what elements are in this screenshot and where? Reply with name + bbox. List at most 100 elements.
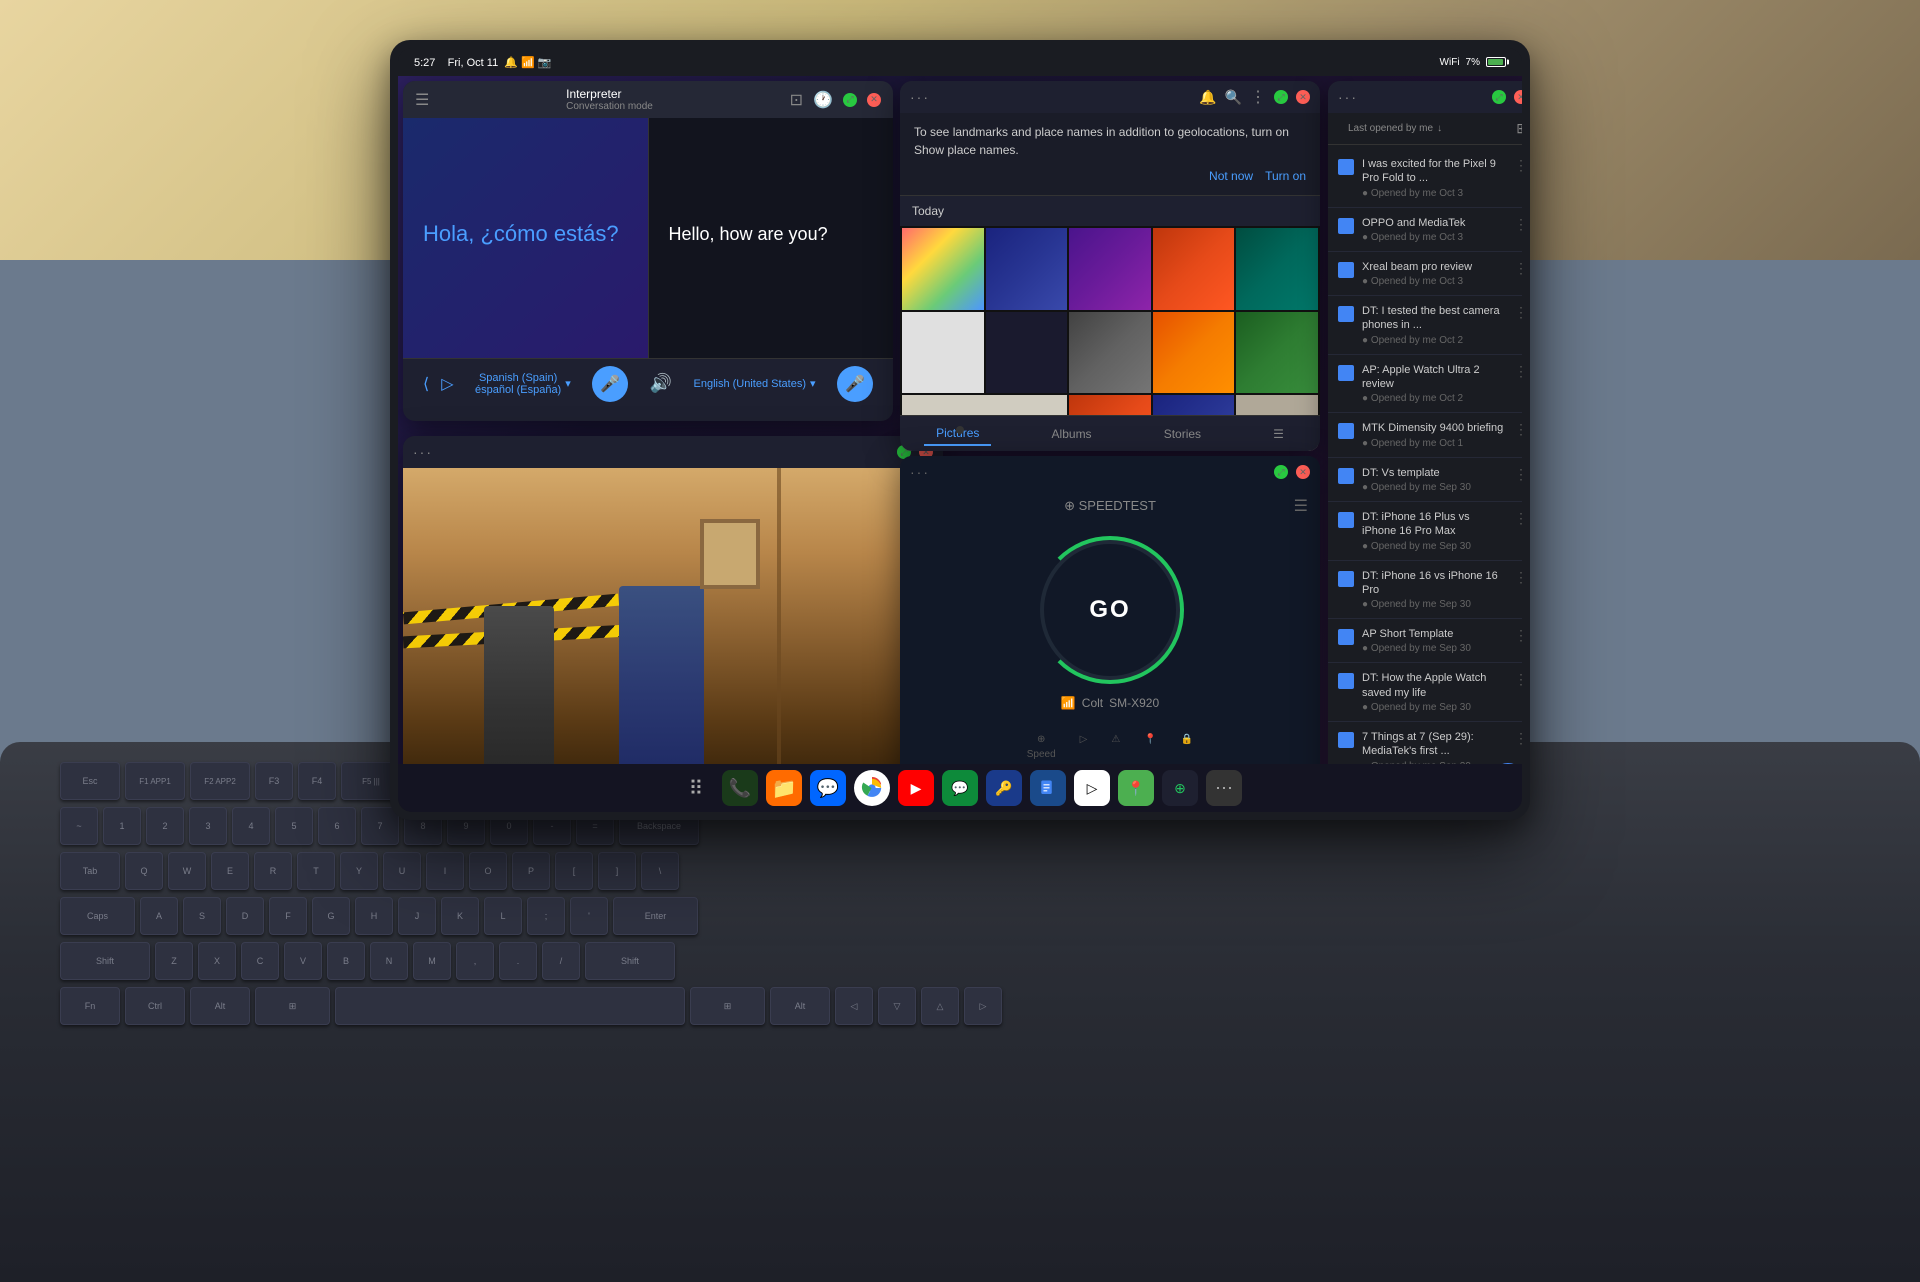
photos-tab-albums[interactable]: Albums [1040, 423, 1104, 445]
taskbar-1password-icon[interactable]: 🔑 [986, 770, 1022, 806]
photos-turn-on-btn[interactable]: Turn on [1265, 167, 1306, 185]
docs-list-item[interactable]: OPPO and MediaTek ● Opened by me Oct 3 ⋮ [1328, 208, 1522, 252]
key-z[interactable]: Z [155, 942, 193, 980]
key-shift-r[interactable]: Shift [585, 942, 675, 980]
doc-more-btn[interactable]: ⋮ [1514, 363, 1522, 380]
video-content[interactable] [403, 468, 943, 806]
key-win-r[interactable]: ⊞ [690, 987, 765, 1025]
key-h[interactable]: H [355, 897, 393, 935]
docs-list-item[interactable]: I was excited for the Pixel 9 Pro Fold t… [1328, 149, 1522, 208]
taskbar-more-icon[interactable]: ⋯ [1206, 770, 1242, 806]
taskbar-apps-grid[interactable]: ⠿ [678, 770, 714, 806]
key-esc[interactable]: Esc [60, 762, 120, 800]
key-x[interactable]: X [198, 942, 236, 980]
key-bracket-l[interactable]: [ [555, 852, 593, 890]
interpreter-history-icon[interactable]: 🕐 [813, 90, 833, 110]
key-f[interactable]: F [269, 897, 307, 935]
photo-cell-7[interactable] [986, 312, 1068, 394]
taskbar-play-store-icon[interactable]: ▷ [1074, 770, 1110, 806]
docs-expand-btn[interactable]: ⤢ [1492, 90, 1506, 104]
key-u[interactable]: U [383, 852, 421, 890]
video-win-dots[interactable]: ··· [413, 444, 433, 460]
docs-sort-btn[interactable]: Last opened by me ↓ [1338, 119, 1452, 138]
doc-more-btn[interactable]: ⋮ [1514, 421, 1522, 438]
docs-close-btn[interactable]: ✕ [1514, 90, 1522, 104]
photos-tab-menu[interactable]: ☰ [1261, 423, 1296, 445]
doc-more-btn[interactable]: ⋮ [1514, 569, 1522, 586]
taskbar-youtube-icon[interactable]: ▶ [898, 770, 934, 806]
doc-more-btn[interactable]: ⋮ [1514, 510, 1522, 527]
interpreter-speaker-icon[interactable]: 🔊 [650, 373, 672, 394]
key-3[interactable]: 3 [189, 807, 227, 845]
key-f1[interactable]: F1 APP1 [125, 762, 185, 800]
taskbar-speedtest-icon[interactable]: ⊕ [1162, 770, 1198, 806]
doc-more-btn[interactable]: ⋮ [1514, 466, 1522, 483]
key-p[interactable]: P [512, 852, 550, 890]
docs-grid-toggle-btn[interactable]: ⊞ [1516, 120, 1522, 137]
speedtest-action-alert[interactable]: ⚠ [1111, 734, 1120, 760]
doc-more-btn[interactable]: ⋮ [1514, 730, 1522, 747]
photos-search-icon[interactable]: 🔍 [1225, 89, 1242, 106]
photos-expand-btn[interactable]: ⤢ [1274, 90, 1288, 104]
photo-cell-9[interactable] [1153, 312, 1235, 394]
taskbar-phone-icon[interactable]: 📞 [722, 770, 758, 806]
docs-list-item[interactable]: DT: iPhone 16 Plus vs iPhone 16 Pro Max … [1328, 502, 1522, 561]
photo-cell-6[interactable] [902, 312, 984, 394]
key-f2[interactable]: F2 APP2 [190, 762, 250, 800]
taskbar-docs-icon[interactable] [1030, 770, 1066, 806]
speedtest-action-location[interactable]: 📍 [1144, 734, 1156, 760]
speedtest-action-play[interactable]: ▷ [1080, 734, 1088, 760]
photo-cell-10[interactable] [1236, 312, 1318, 394]
key-n[interactable]: N [370, 942, 408, 980]
photos-close-btn[interactable]: ✕ [1296, 90, 1310, 104]
speedtest-action-speed[interactable]: ⊕ Speed [1027, 734, 1056, 760]
photos-bell-icon[interactable]: 🔔 [1199, 89, 1216, 106]
key-s[interactable]: S [183, 897, 221, 935]
speedtest-close-btn[interactable]: ✕ [1296, 465, 1310, 479]
photo-cell-1[interactable] [902, 228, 984, 310]
key-win[interactable]: ⊞ [255, 987, 330, 1025]
key-2[interactable]: 2 [146, 807, 184, 845]
key-a[interactable]: A [140, 897, 178, 935]
docs-win-dots[interactable]: ··· [1338, 89, 1358, 105]
key-arrow-up[interactable]: △ [921, 987, 959, 1025]
key-shift-l[interactable]: Shift [60, 942, 150, 980]
doc-more-btn[interactable]: ⋮ [1514, 671, 1522, 688]
docs-list-item[interactable]: AP: Apple Watch Ultra 2 review ● Opened … [1328, 355, 1522, 414]
docs-list-item[interactable]: Xreal beam pro review ● Opened by me Oct… [1328, 252, 1522, 296]
speedtest-win-dots[interactable]: ··· [910, 464, 930, 480]
docs-list-item[interactable]: DT: iPhone 16 vs iPhone 16 Pro ● Opened … [1328, 561, 1522, 620]
speedtest-menu-icon[interactable]: ☰ [1294, 496, 1308, 516]
interpreter-menu-icon[interactable]: ☰ [415, 90, 429, 110]
key-quote[interactable]: ' [570, 897, 608, 935]
key-o[interactable]: O [469, 852, 507, 890]
key-ctrl[interactable]: Ctrl [125, 987, 185, 1025]
docs-list-item[interactable]: MTK Dimensity 9400 briefing ● Opened by … [1328, 413, 1522, 457]
key-enter[interactable]: Enter [613, 897, 698, 935]
key-backslash[interactable]: \ [641, 852, 679, 890]
key-tab[interactable]: Tab [60, 852, 120, 890]
key-fn[interactable]: Fn [60, 987, 120, 1025]
docs-list-item[interactable]: DT: I tested the best camera phones in .… [1328, 296, 1522, 355]
doc-more-btn[interactable]: ⋮ [1514, 627, 1522, 644]
docs-list-item[interactable]: DT: Vs template ● Opened by me Sep 30 ⋮ [1328, 458, 1522, 502]
interpreter-right-lang[interactable]: English (United States) ▾ [694, 377, 816, 390]
taskbar-messenger-icon[interactable]: 💬 [810, 770, 846, 806]
docs-list-item[interactable]: AP Short Template ● Opened by me Sep 30 … [1328, 619, 1522, 663]
interpreter-cast-icon[interactable]: ⊡ [790, 90, 803, 110]
interpreter-prev-icon[interactable]: ⟨ [423, 374, 429, 394]
doc-more-btn[interactable]: ⋮ [1514, 260, 1522, 277]
speedtest-circle[interactable]: GO [1040, 540, 1180, 680]
photos-win-dots[interactable]: ··· [910, 89, 930, 105]
interpreter-left-lang[interactable]: Spanish (Spain) éspañol (España) ▾ [475, 372, 571, 396]
photos-not-now-btn[interactable]: Not now [1209, 167, 1253, 185]
key-alt-l[interactable]: Alt [190, 987, 250, 1025]
key-semicolon[interactable]: ; [527, 897, 565, 935]
speedtest-expand-btn[interactable]: ⤢ [1274, 465, 1288, 479]
key-space[interactable] [335, 987, 685, 1025]
key-i[interactable]: I [426, 852, 464, 890]
photo-cell-3[interactable] [1069, 228, 1151, 310]
key-period[interactable]: . [499, 942, 537, 980]
interpreter-expand-btn[interactable]: ⤢ [843, 93, 857, 107]
key-7[interactable]: 7 [361, 807, 399, 845]
